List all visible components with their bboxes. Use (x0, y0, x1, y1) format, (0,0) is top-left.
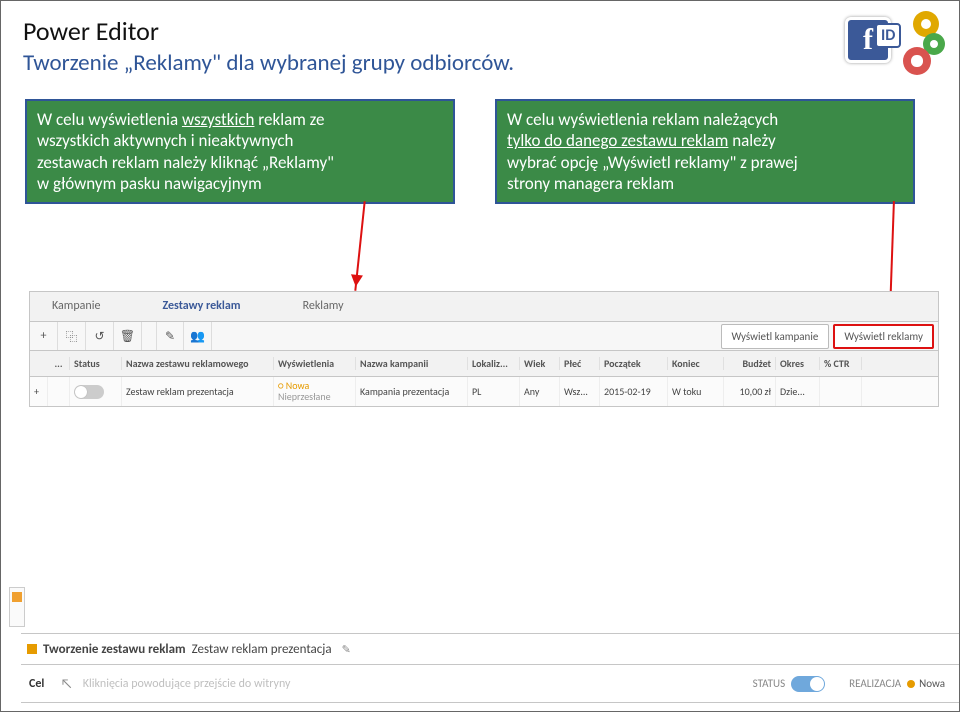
realizacja-value: Nowa (919, 677, 945, 690)
status-toggle-large[interactable] (791, 676, 825, 692)
tab-zestawy[interactable]: Zestawy reklam (122, 292, 280, 321)
page-title-block: Power Editor Tworzenie „Reklamy" dla wyb… (23, 15, 514, 77)
tab-kampanie[interactable]: Kampanie (30, 292, 122, 321)
panel-title-bold: Tworzenie zestawu reklam (43, 642, 186, 657)
duplicate-button[interactable]: ⿻ (58, 322, 86, 350)
cell-wiek: Any (520, 377, 560, 406)
col-kon[interactable]: Koniec (668, 357, 724, 370)
col-wiek[interactable]: Wiek (520, 357, 560, 370)
col-plec[interactable]: Płeć (560, 357, 600, 370)
callout-set-ads: W celu wyświetlenia reklam należących ty… (495, 99, 915, 204)
col-lok[interactable]: Lokaliz... (468, 357, 520, 370)
add-button[interactable]: + (30, 322, 58, 350)
cell-kamp: Kampania prezentacja (356, 377, 468, 406)
col-name[interactable]: Nazwa zestawu reklamowego (122, 357, 274, 370)
col-wysw[interactable]: Wyświetlenia (274, 357, 356, 370)
show-campaigns-button[interactable]: Wyświetl kampanie (721, 324, 830, 349)
realizacja-label: REALIZACJA (849, 677, 901, 690)
col-okres[interactable]: Okres (776, 357, 820, 370)
title-sub: Tworzenie „Reklamy" dla wybranej grupy o… (23, 49, 514, 77)
col-status[interactable]: Status (70, 357, 122, 370)
cell-lok: PL (468, 377, 520, 406)
col-kamp[interactable]: Nazwa kampanii (356, 357, 468, 370)
audience-button[interactable]: 👥 (184, 322, 212, 350)
id-badge: ID (875, 23, 901, 48)
cell-plec: Wsz... (560, 377, 600, 406)
col-more[interactable]: ... (48, 357, 70, 370)
cell-name: Zestaw reklam prezentacja (122, 377, 274, 406)
cel-label: Cel (29, 677, 44, 691)
table-row[interactable]: + Zestaw reklam prezentacja ○ Nowa Niepr… (29, 377, 939, 407)
brand-logo: f ID (845, 9, 945, 73)
table-header: ... Status Nazwa zestawu reklamowego Wyś… (29, 351, 939, 377)
delete-button[interactable]: 🗑 (114, 322, 142, 350)
status-label: STATUS (753, 677, 785, 690)
col-budz[interactable]: Budżet (724, 357, 776, 370)
nav-tabs: Kampanie Zestawy reklam Reklamy (29, 291, 939, 321)
cell-kon: W toku (668, 377, 724, 406)
cell-okres: Dzie... (776, 377, 820, 406)
show-ads-button[interactable]: Wyświetl reklamy (833, 324, 934, 349)
panel-title-name: Zestaw reklam prezentacja (192, 642, 332, 657)
edit-icon[interactable]: ✎ (342, 643, 351, 656)
cel-value: Kliknięcia powodujące przejście do witry… (83, 677, 291, 691)
status-color-icon (27, 644, 37, 654)
side-marker (9, 587, 25, 627)
gear-icon (903, 47, 931, 75)
revert-button[interactable]: ↺ (86, 322, 114, 350)
adset-panel-title: Tworzenie zestawu reklam Zestaw reklam p… (21, 633, 959, 665)
tab-reklamy[interactable]: Reklamy (281, 292, 366, 321)
cell-pocz: 2015-02-19 (600, 377, 668, 406)
status-dot-icon (907, 680, 915, 688)
edit-button[interactable]: ✎ (156, 322, 184, 350)
status-toggle[interactable] (74, 385, 104, 399)
col-pocz[interactable]: Początek (600, 357, 668, 370)
col-ctr[interactable]: % CTR (820, 357, 862, 370)
cell-budz: 10,00 zł (724, 377, 776, 406)
toolbar: + ⿻ ↺ 🗑 ✎ 👥 Wyświetl kampanie Wyświetl r… (29, 321, 939, 351)
title-main: Power Editor (23, 15, 514, 47)
expand-button[interactable]: + (30, 377, 48, 406)
cell-wysw: ○ Nowa Nieprzesłane (274, 377, 356, 406)
pointer-arrow-icon (354, 201, 365, 291)
cursor-icon: ↖ (60, 675, 72, 692)
adset-panel-bar: Cel ↖ Kliknięcia powodujące przejście do… (21, 665, 959, 703)
callout-all-ads: W celu wyświetlenia wszystkich reklam ze… (25, 99, 455, 204)
